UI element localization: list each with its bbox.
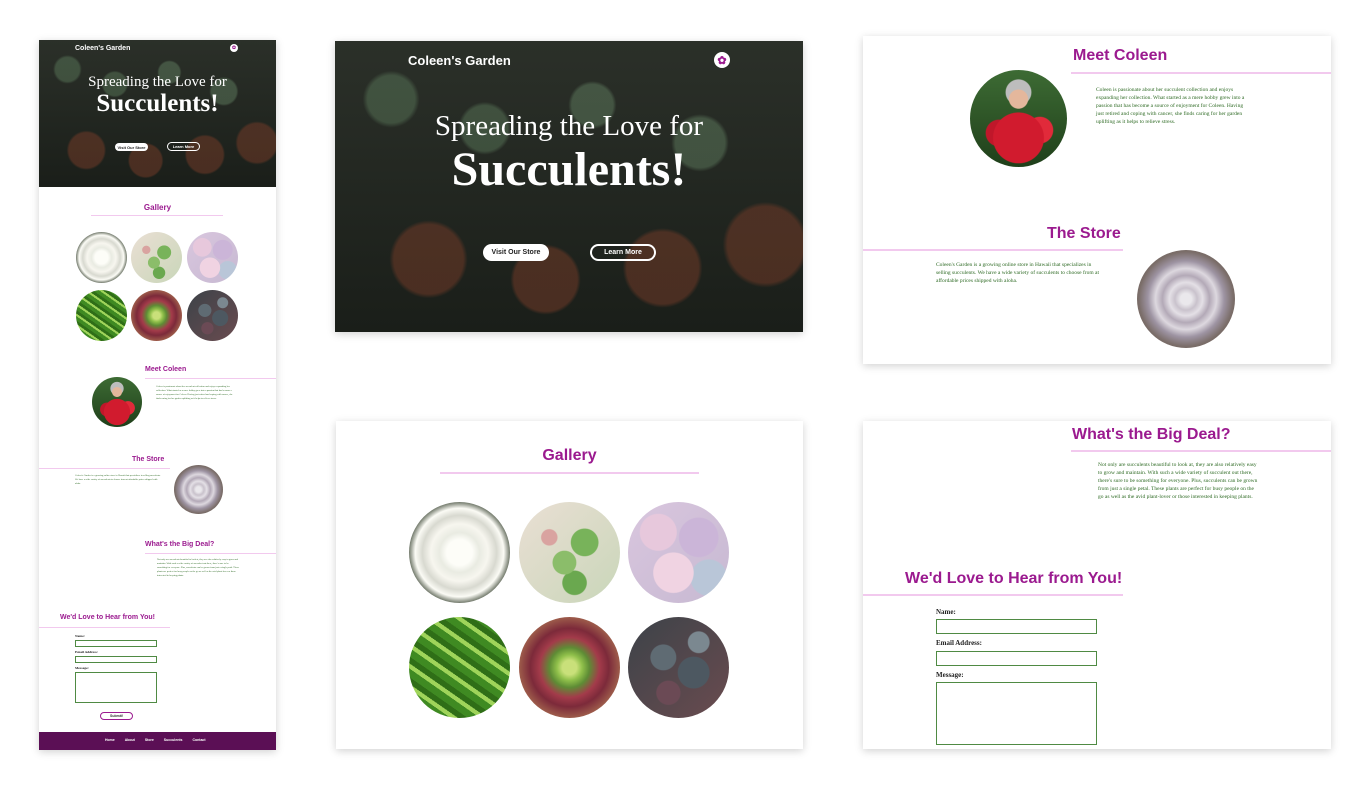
email-label: Email Address: — [75, 650, 98, 654]
gallery-image-large[interactable] — [628, 617, 729, 718]
brand-name[interactable]: Coleen's Garden — [75, 45, 130, 52]
gallery-image[interactable] — [131, 290, 182, 341]
about-body: Coleen is passionate about her succulent… — [156, 385, 233, 400]
name-label-large: Name: — [936, 608, 956, 616]
learn-more-button[interactable]: Learn More — [167, 142, 200, 151]
name-label: Name: — [75, 634, 85, 638]
about-store-section: Meet Coleen Coleen is passionate about h… — [863, 36, 1331, 364]
coleen-photo — [92, 377, 142, 427]
big-deal-body: Not only are succulents beautiful to loo… — [157, 558, 240, 577]
lotus-icon[interactable]: ✿ — [714, 52, 730, 68]
email-field-large[interactable] — [936, 651, 1097, 666]
message-field[interactable] — [75, 672, 157, 703]
gallery-image[interactable] — [187, 290, 238, 341]
footer-link-succulents[interactable]: Succulents — [164, 738, 183, 742]
big-deal-rule-large — [1071, 450, 1331, 452]
footer-link-about[interactable]: About — [125, 738, 135, 742]
name-field[interactable] — [75, 640, 157, 647]
store-rule — [39, 468, 170, 469]
contact-rule-large — [863, 594, 1123, 596]
footer-link-contact[interactable]: Contact — [192, 738, 205, 742]
bigdeal-contact-section: What's the Big Deal? Not only are succul… — [863, 421, 1331, 749]
contact-rule — [39, 627, 170, 628]
full-page-preview: Coleen's Garden ✿ Spreading the Love for… — [39, 40, 276, 750]
coleen-photo-large — [970, 70, 1067, 167]
gallery-image[interactable] — [76, 232, 127, 283]
email-label-large: Email Address: — [936, 639, 982, 647]
store-title-large: The Store — [1047, 225, 1121, 242]
hero-line2-large: Succulents! — [451, 143, 687, 196]
about-rule-large — [1071, 72, 1331, 74]
name-field-large[interactable] — [936, 619, 1097, 634]
learn-more-button-large[interactable]: Learn More — [590, 244, 656, 261]
message-label-large: Message: — [936, 671, 964, 679]
meet-coleen-title: Meet Coleen — [145, 366, 187, 373]
gallery-title: Gallery — [143, 203, 172, 212]
hero-section: Coleen's Garden ✿ Spreading the Love for… — [335, 41, 803, 332]
big-deal-rule — [145, 553, 276, 554]
gallery-image-large[interactable] — [519, 617, 620, 718]
hero-section-small: Coleen's Garden ✿ Spreading the Love for… — [39, 40, 276, 187]
about-rule — [145, 378, 276, 379]
gallery-image[interactable] — [187, 232, 238, 283]
big-deal-body-large: Not only are succulents beautiful to loo… — [1098, 462, 1258, 500]
store-title: The Store — [132, 456, 165, 463]
store-photo — [174, 465, 223, 514]
gallery-rule — [91, 215, 223, 216]
gallery-image[interactable] — [131, 232, 182, 283]
email-field[interactable] — [75, 656, 157, 663]
submit-button[interactable]: Submit! — [100, 712, 133, 720]
store-photo-large — [1137, 250, 1235, 348]
gallery-section: Gallery — [336, 421, 803, 749]
brand-name-large[interactable]: Coleen's Garden — [408, 53, 511, 68]
contact-title: We'd Love to Hear from You! — [60, 614, 156, 621]
visit-store-button-large[interactable]: Visit Our Store — [483, 244, 549, 261]
visit-store-button[interactable]: Visit Our Store — [115, 143, 148, 151]
store-body-large: Coleen's Garden is a growing online stor… — [936, 262, 1100, 284]
about-body-large: Coleen is passionate about her succulent… — [1096, 87, 1245, 125]
footer-link-home[interactable]: Home — [105, 738, 115, 742]
gallery-rule-large — [440, 472, 699, 474]
footer: Home About Store Succulents Contact — [39, 732, 276, 750]
lotus-icon[interactable]: ✿ — [230, 44, 238, 52]
big-deal-title-large: What's the Big Deal? — [1072, 426, 1231, 443]
message-label: Message: — [75, 666, 89, 670]
footer-link-store[interactable]: Store — [145, 738, 154, 742]
hero-line1: Spreading the Love for — [88, 74, 227, 90]
big-deal-title: What's the Big Deal? — [145, 541, 215, 548]
gallery-title-large: Gallery — [542, 447, 597, 464]
gallery-image-large[interactable] — [628, 502, 729, 603]
hero-line2: Succulents! — [96, 90, 219, 117]
gallery-image-large[interactable] — [409, 502, 510, 603]
store-body: Coleen's Garden is a growing online stor… — [75, 474, 161, 485]
gallery-image[interactable] — [76, 290, 127, 341]
hero-line1-large: Spreading the Love for — [434, 110, 704, 142]
contact-title-large: We'd Love to Hear from You! — [905, 570, 1123, 587]
message-field-large[interactable] — [936, 682, 1097, 745]
footer-nav: Home About Store Succulents Contact — [105, 738, 206, 742]
gallery-image-large[interactable] — [409, 617, 510, 718]
store-rule-large — [863, 249, 1123, 251]
gallery-image-large[interactable] — [519, 502, 620, 603]
meet-coleen-title-large: Meet Coleen — [1073, 47, 1168, 64]
